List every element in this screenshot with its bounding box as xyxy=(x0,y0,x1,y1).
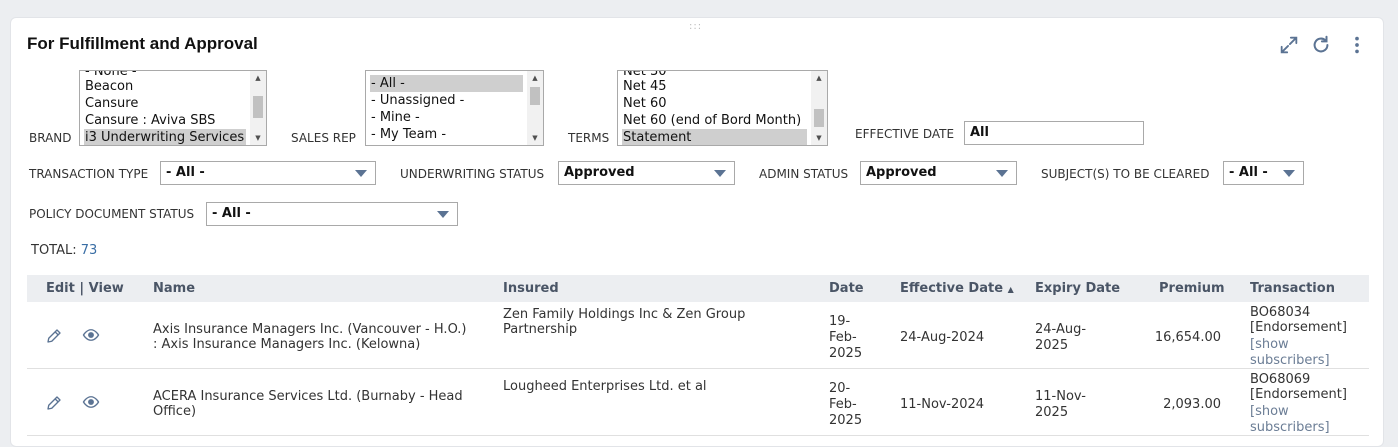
drag-handle-icon[interactable]: ::: xyxy=(689,21,702,32)
list-option[interactable]: - My Team - xyxy=(370,126,523,143)
table-row: ACERA Insurance Services Ltd. (Burnaby -… xyxy=(27,369,1369,436)
transaction-type-select[interactable]: - All - xyxy=(160,161,376,185)
list-option-selected[interactable]: Statement xyxy=(622,129,807,145)
column-header-date[interactable]: Date xyxy=(829,281,864,296)
row-effective-date: 24-Aug-2024 xyxy=(900,330,985,345)
panel-title: For Fulfillment and Approval xyxy=(27,34,258,53)
terms-label: TERMS xyxy=(568,131,610,145)
underwriting-status-select[interactable]: Approved xyxy=(558,161,735,185)
show-subscribers-link[interactable]: [show subscribers] xyxy=(1250,404,1350,436)
policy-document-status-label: POLICY DOCUMENT STATUS xyxy=(29,207,195,221)
policy-document-status-select[interactable]: - All - xyxy=(206,202,458,226)
eye-icon[interactable] xyxy=(82,393,100,411)
expand-icon[interactable] xyxy=(1278,34,1300,56)
transaction-type-label: TRANSACTION TYPE xyxy=(29,167,149,181)
pencil-icon[interactable] xyxy=(45,327,63,345)
subjects-to-be-cleared-select[interactable]: - All - xyxy=(1223,161,1304,185)
fulfillment-approval-panel: ::: For Fulfillment and Approval BRAND -… xyxy=(10,17,1384,447)
select-value: Approved xyxy=(564,165,635,180)
row-premium: 16,654.00 xyxy=(1154,330,1221,345)
list-option[interactable]: - Unassigned - xyxy=(370,92,523,109)
list-option-selected[interactable]: - All - xyxy=(370,75,523,92)
column-header-premium[interactable]: Premium xyxy=(1159,281,1225,296)
scrollbar[interactable]: ▲ ▼ xyxy=(811,71,827,145)
scroll-thumb[interactable] xyxy=(253,96,263,118)
subjects-to-be-cleared-label: SUBJECT(S) TO BE CLEARED xyxy=(1041,167,1210,181)
column-header-insured[interactable]: Insured xyxy=(503,281,559,296)
row-transaction[interactable]: BO68034 [Endorsement] xyxy=(1250,305,1350,335)
chevron-down-icon xyxy=(1283,170,1295,177)
scroll-down-icon[interactable]: ▼ xyxy=(527,131,543,145)
list-option[interactable]: Net 60 xyxy=(622,95,807,112)
row-date: 19-Feb-2025 xyxy=(829,314,863,361)
list-option[interactable]: Net 45 xyxy=(622,78,807,95)
underwriting-status-label: UNDERWRITING STATUS xyxy=(400,167,545,181)
scroll-up-icon[interactable]: ▲ xyxy=(811,71,827,85)
scroll-thumb[interactable] xyxy=(530,87,540,105)
chevron-down-icon xyxy=(437,211,449,218)
list-option[interactable]: Cansure : Aviva SBS xyxy=(84,112,246,129)
row-insured: Zen Family Holdings Inc & Zen Group Part… xyxy=(503,307,746,337)
column-header-name[interactable]: Name xyxy=(153,281,195,296)
effective-date-input[interactable]: All xyxy=(964,121,1144,145)
table-row: Axis Insurance Managers Inc. (Vancouver … xyxy=(27,302,1369,369)
total-label: TOTAL: xyxy=(31,243,77,258)
show-subscribers-link[interactable]: [show subscribers] xyxy=(1250,337,1350,369)
column-header-expiry-date[interactable]: Expiry Date xyxy=(1035,281,1120,296)
total-value: 73 xyxy=(80,243,98,258)
row-premium: 2,093.00 xyxy=(1163,397,1221,412)
select-value: Approved xyxy=(866,165,937,180)
scroll-thumb[interactable] xyxy=(814,109,824,127)
list-option-selected[interactable]: i3 Underwriting Services xyxy=(84,129,246,145)
row-insured: Lougheed Enterprises Ltd. et al xyxy=(503,379,707,394)
list-option[interactable]: - Mine - xyxy=(370,109,523,126)
sales-rep-label: SALES REP xyxy=(291,131,356,145)
brand-listbox[interactable]: - None - Beacon Cansure Cansure : Aviva … xyxy=(79,70,267,146)
column-header-edit-view: Edit | View xyxy=(46,281,124,296)
chevron-down-icon xyxy=(996,170,1008,177)
total-count: TOTAL: 73 xyxy=(31,243,97,258)
scrollbar[interactable]: ▲ ▼ xyxy=(250,71,266,145)
column-header-effective-date[interactable]: Effective Date ▲ xyxy=(900,281,1014,296)
column-header-effective-date-label: Effective Date xyxy=(900,281,1004,296)
scroll-down-icon[interactable]: ▼ xyxy=(250,131,266,145)
column-header-transaction[interactable]: Transaction xyxy=(1250,281,1335,296)
row-effective-date: 11-Nov-2024 xyxy=(900,397,985,412)
list-option[interactable]: Beacon xyxy=(84,78,246,95)
row-name: ACERA Insurance Services Ltd. (Burnaby -… xyxy=(153,389,463,419)
row-name: Axis Insurance Managers Inc. (Vancouver … xyxy=(153,322,467,352)
admin-status-label: ADMIN STATUS xyxy=(759,167,849,181)
row-expiry-date: 24-Aug-2025 xyxy=(1035,322,1087,353)
effective-date-label: EFFECTIVE DATE xyxy=(855,127,955,141)
list-option[interactable]: Net 60 (end of Bord Month) xyxy=(622,112,807,129)
scroll-up-icon[interactable]: ▲ xyxy=(250,71,266,85)
brand-label: BRAND xyxy=(29,131,72,145)
select-value: - All - xyxy=(1229,165,1268,180)
sort-ascending-icon: ▲ xyxy=(1007,285,1014,294)
more-vertical-icon[interactable] xyxy=(1346,34,1368,56)
admin-status-select[interactable]: Approved xyxy=(860,161,1017,185)
list-option[interactable]: Cansure xyxy=(84,95,246,112)
eye-icon[interactable] xyxy=(82,326,100,344)
pencil-icon[interactable] xyxy=(45,394,63,412)
row-expiry-date: 11-Nov-2025 xyxy=(1035,389,1086,420)
scroll-down-icon[interactable]: ▼ xyxy=(811,131,827,145)
sales-rep-listbox[interactable]: - All - - Unassigned - - Mine - - My Tea… xyxy=(365,70,544,146)
scrollbar[interactable]: ▲ ▼ xyxy=(527,71,543,145)
table-header: Edit | View Name Insured Date Effective … xyxy=(27,275,1369,302)
refresh-icon[interactable] xyxy=(1310,34,1332,56)
select-value: - All - xyxy=(166,165,205,180)
scroll-up-icon[interactable]: ▲ xyxy=(527,71,543,85)
row-date: 20-Feb-2025 xyxy=(829,381,863,428)
chevron-down-icon xyxy=(355,170,367,177)
row-transaction[interactable]: BO68069 [Endorsement] xyxy=(1250,372,1350,402)
chevron-down-icon xyxy=(714,170,726,177)
select-value: - All - xyxy=(212,206,251,221)
terms-listbox[interactable]: Net 30 Net 45 Net 60 Net 60 (end of Bord… xyxy=(617,70,828,146)
